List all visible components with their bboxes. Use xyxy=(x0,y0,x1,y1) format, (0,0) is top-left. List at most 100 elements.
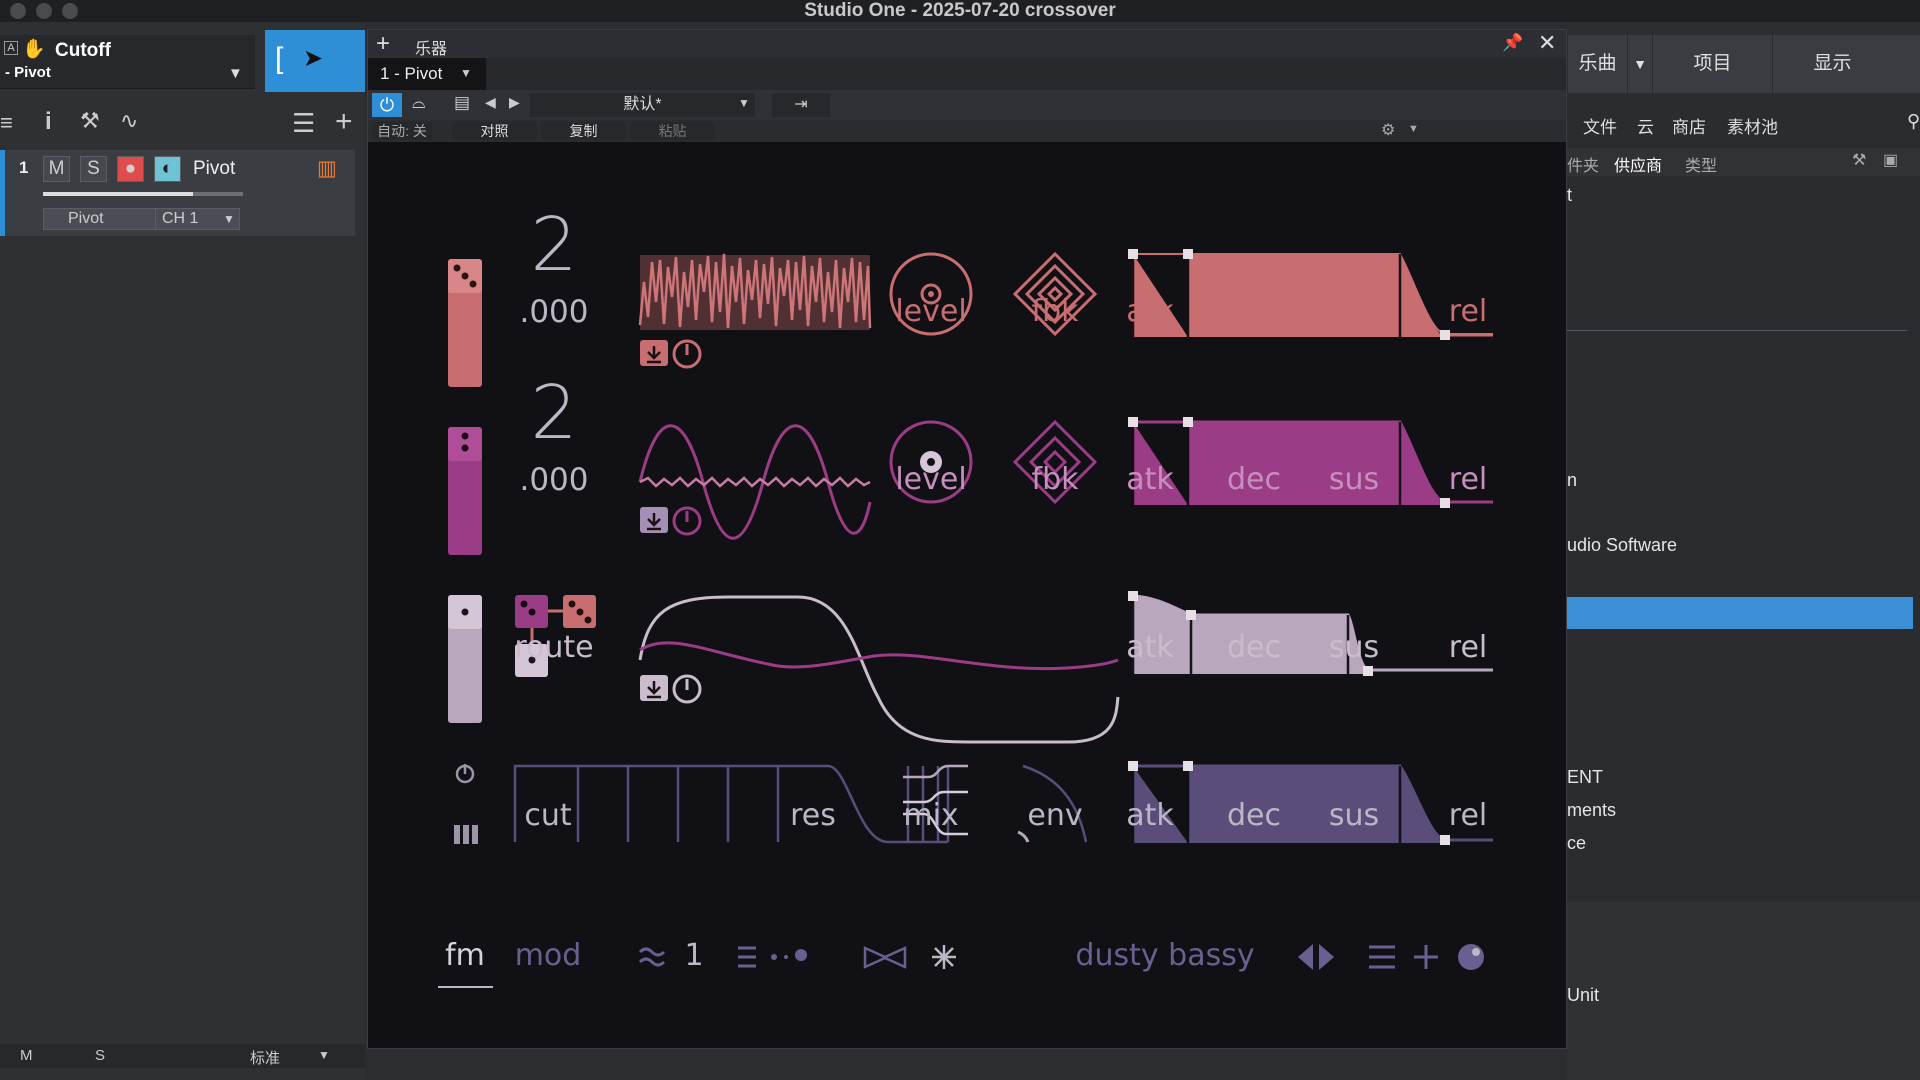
automation-a-icon: A xyxy=(4,41,18,55)
keyboard-icon[interactable] xyxy=(454,825,478,844)
tab-project[interactable]: 项目 xyxy=(1652,35,1772,93)
tab-fm[interactable]: fm xyxy=(445,938,485,973)
track-toolbar: ≡ i ⚒ ∿ ☰ + xyxy=(0,105,365,140)
preset-select[interactable]: 默认* xyxy=(530,93,755,117)
menu-icon[interactable] xyxy=(1369,945,1395,969)
instrument-keyboard-icon[interactable]: ▥ xyxy=(317,156,337,181)
browser-item[interactable]: ENT xyxy=(1567,767,1603,788)
add-track-icon[interactable]: + xyxy=(335,105,353,139)
monitor-button[interactable]: ◐ xyxy=(154,156,181,182)
plugin-toolbar-secondary: 自动: 关 对照 复制 粘贴 ⚙ ▼ xyxy=(368,120,1566,142)
sort-folder[interactable]: 件夹 xyxy=(1567,152,1599,176)
view-mode-select[interactable]: 标准 xyxy=(250,1047,280,1068)
auto-off-button[interactable]: 自动: 关 xyxy=(372,122,432,140)
browser-tab-cloud[interactable]: 云 xyxy=(1637,113,1654,138)
sort-vendor[interactable]: 供应商 xyxy=(1614,152,1662,176)
browser-info-area xyxy=(1567,902,1920,1080)
voices-count[interactable]: 1 xyxy=(684,938,703,973)
arrow-tool-icon[interactable]: ➤ xyxy=(303,44,323,73)
preset-next-icon[interactable] xyxy=(1319,944,1334,970)
osc1-coarse-value[interactable]: 2 xyxy=(530,202,577,288)
track-list-icon[interactable]: ☰ xyxy=(292,108,315,139)
layout-icon[interactable]: ▣ xyxy=(1883,150,1898,170)
glide-icon[interactable] xyxy=(771,954,777,960)
add-icon[interactable] xyxy=(1414,945,1438,969)
compare-button[interactable]: 对照 xyxy=(452,122,537,140)
tool-selector[interactable]: [ ➤ xyxy=(265,30,365,92)
browser-item[interactable]: udio Software xyxy=(1567,535,1677,556)
browser-tab-pool[interactable]: 素材池 xyxy=(1727,113,1778,138)
zoom-window-button[interactable] xyxy=(62,3,78,19)
filter-cut-label: cut xyxy=(524,798,572,833)
automation-icon[interactable]: ⌓ xyxy=(412,93,425,113)
wrench-icon[interactable]: ⚒ xyxy=(1852,150,1866,170)
chevron-down-icon[interactable]: ▼ xyxy=(1408,123,1419,135)
voices-icon[interactable] xyxy=(738,946,756,968)
patch-name[interactable]: dusty bassy xyxy=(1075,938,1254,973)
close-icon[interactable]: ✕ xyxy=(1538,30,1556,56)
tab-mod[interactable]: mod xyxy=(515,938,582,973)
mod-rel-label: rel xyxy=(1448,630,1488,665)
wrench-icon[interactable]: ⚒ xyxy=(80,108,100,134)
chevron-down-icon[interactable]: ▼ xyxy=(228,65,243,82)
osc1-envelope[interactable] xyxy=(1128,249,1493,340)
browser-item-selected[interactable] xyxy=(1567,597,1913,629)
browser-item[interactable]: ments xyxy=(1567,800,1616,821)
tab-show[interactable]: 显示 xyxy=(1772,35,1892,93)
osc2-coarse-value[interactable]: 2 xyxy=(530,370,577,456)
bracket-icon[interactable]: [ xyxy=(275,42,283,76)
sort-type[interactable]: 类型 xyxy=(1685,152,1717,176)
plugin-window: + 乐器 📌 ✕ 1 - Pivot ▼ ⏻ ⌓ ▤ ◀ ▶ 默认* ▼ ⇥ 自… xyxy=(367,29,1567,1049)
preset-icon[interactable]: ▤ xyxy=(454,93,470,113)
mute-button[interactable]: M xyxy=(43,156,70,182)
browser-item[interactable]: t xyxy=(1567,185,1572,206)
copy-button[interactable]: 复制 xyxy=(541,122,626,140)
browser-item[interactable]: n xyxy=(1567,470,1577,491)
preset-prev-icon[interactable] xyxy=(1298,944,1313,970)
preset-next-icon[interactable]: ▶ xyxy=(509,94,520,111)
chevron-down-icon: ▼ xyxy=(223,212,235,226)
theme-icon[interactable] xyxy=(1458,944,1484,970)
paste-button[interactable]: 粘贴 xyxy=(630,122,715,140)
minimize-window-button[interactable] xyxy=(36,3,52,19)
search-icon[interactable]: ⚲ xyxy=(1907,111,1920,132)
mod-dec-label: dec xyxy=(1227,630,1281,665)
sidechain-icon[interactable]: ⇥ xyxy=(772,93,830,117)
browser-item[interactable]: Unit xyxy=(1567,985,1599,1006)
power-icon[interactable]: ⏻ xyxy=(372,93,402,117)
filter-curve[interactable] xyxy=(513,764,950,844)
track-header[interactable]: 1 M S ● ◐ Pivot ▥ Pivot ▼ CH 1 ▼ xyxy=(0,150,355,236)
pin-icon[interactable]: 📌 xyxy=(1502,33,1523,53)
automation-curve-icon[interactable]: ∿ xyxy=(120,108,138,134)
solo-button[interactable]: S xyxy=(80,156,107,182)
tab-song[interactable]: 乐曲 xyxy=(1567,35,1627,93)
add-icon[interactable]: + xyxy=(376,30,390,58)
osc2-fine-value[interactable]: .000 xyxy=(519,462,588,498)
mod-envelope[interactable] xyxy=(1128,591,1493,676)
filter-envelope[interactable] xyxy=(1128,761,1493,845)
osc2-envelope[interactable] xyxy=(1128,417,1493,508)
info-icon[interactable]: i xyxy=(45,108,52,136)
chevron-down-icon[interactable]: ▼ xyxy=(1627,35,1652,93)
filter-dec-label: dec xyxy=(1227,798,1281,833)
browser-tab-shop[interactable]: 商店 xyxy=(1672,113,1706,138)
filter-mix-label: mix xyxy=(903,798,959,833)
preset-prev-icon[interactable]: ◀ xyxy=(485,94,496,111)
gear-icon[interactable]: ⚙ xyxy=(1381,120,1395,140)
sparkle-icon[interactable] xyxy=(932,945,956,969)
stereo-icon[interactable] xyxy=(863,946,907,969)
mod-sus-label: sus xyxy=(1328,630,1380,665)
list-icon[interactable]: ≡ xyxy=(0,110,13,136)
record-arm-button[interactable]: ● xyxy=(117,156,144,182)
browser-item[interactable]: ce xyxy=(1567,833,1586,854)
close-window-button[interactable] xyxy=(10,3,26,19)
mod-curve[interactable] xyxy=(638,595,1120,744)
browser-tab-files[interactable]: 文件 xyxy=(1583,113,1617,138)
parameter-inspector[interactable]: A ✋ Cutoff - Pivot ▼ xyxy=(0,35,255,89)
master-solo-label[interactable]: S xyxy=(95,1047,105,1064)
osc1-fine-value[interactable]: .000 xyxy=(519,294,588,330)
wave-icon[interactable] xyxy=(638,947,666,967)
master-mute-label[interactable]: M xyxy=(20,1047,33,1064)
track-name[interactable]: Pivot xyxy=(193,158,235,180)
volume-slider[interactable] xyxy=(43,192,243,196)
